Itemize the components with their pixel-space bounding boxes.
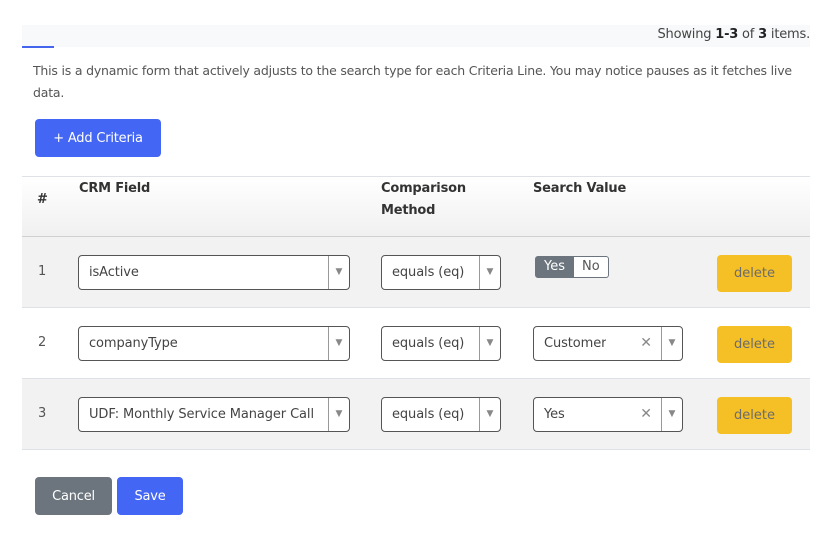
row-number: 1 <box>38 264 47 279</box>
crm-field-value: UDF: Monthly Service Manager Call <box>89 407 314 422</box>
summary-total: 3 <box>758 27 767 42</box>
cancel-button[interactable]: Cancel <box>35 477 112 515</box>
delete-row-button[interactable]: delete <box>717 326 792 363</box>
pagination-summary: Showing 1-3 of 3 items. <box>658 27 811 42</box>
dropdown-arrow-icon[interactable]: ▼ <box>479 256 500 289</box>
comparison-method-select[interactable]: equals (eq) ▼ <box>381 255 501 290</box>
delete-row-button[interactable]: delete <box>717 397 792 434</box>
column-header-search-value: Search Value <box>533 181 627 196</box>
column-header-crm-field: CRM Field <box>79 181 151 196</box>
crm-field-value: companyType <box>89 336 178 351</box>
clear-icon[interactable]: ✕ <box>640 335 652 351</box>
clear-icon[interactable]: ✕ <box>640 406 652 422</box>
crm-field-value: isActive <box>89 265 139 280</box>
crm-field-select[interactable]: isActive ▼ <box>78 255 350 290</box>
dropdown-arrow-icon[interactable]: ▼ <box>661 398 682 431</box>
comparison-method-value: equals (eq) <box>392 407 465 422</box>
criteria-table: # CRM Field Comparison Method Search Val… <box>22 176 810 450</box>
column-header-number: # <box>37 192 48 207</box>
table-row: 2 companyType ▼ equals (eq) ▼ Customer ✕… <box>22 308 810 379</box>
dropdown-arrow-icon[interactable]: ▼ <box>328 398 349 431</box>
summary-suffix: items. <box>770 27 810 42</box>
summary-prefix: Showing <box>657 27 712 42</box>
search-value-select[interactable]: Yes ✕ ▼ <box>533 397 683 432</box>
column-header-comparison-method: Comparison Method <box>381 181 466 218</box>
active-tab-indicator <box>22 46 54 48</box>
search-value: Customer <box>544 336 607 351</box>
search-value: Yes <box>544 407 565 422</box>
dropdown-arrow-icon[interactable]: ▼ <box>328 327 349 360</box>
save-button[interactable]: Save <box>117 477 183 515</box>
delete-row-button[interactable]: delete <box>717 255 792 292</box>
table-header: # CRM Field Comparison Method Search Val… <box>22 177 810 237</box>
comparison-method-select[interactable]: equals (eq) ▼ <box>381 326 501 361</box>
crm-field-select[interactable]: UDF: Monthly Service Manager Call ▼ <box>78 397 350 432</box>
comparison-method-value: equals (eq) <box>392 265 465 280</box>
search-value-select[interactable]: Customer ✕ ▼ <box>533 326 683 361</box>
dropdown-arrow-icon[interactable]: ▼ <box>479 398 500 431</box>
form-description: This is a dynamic form that actively adj… <box>33 63 792 100</box>
row-number: 2 <box>38 335 47 350</box>
table-row: 3 UDF: Monthly Service Manager Call ▼ eq… <box>22 379 810 450</box>
dropdown-arrow-icon[interactable]: ▼ <box>661 327 682 360</box>
summary-of: of <box>742 27 755 42</box>
yes-no-toggle[interactable]: Yes No <box>535 256 609 278</box>
comparison-method-value: equals (eq) <box>392 336 465 351</box>
toggle-yes-option[interactable]: Yes <box>535 256 574 278</box>
crm-field-select[interactable]: companyType ▼ <box>78 326 350 361</box>
table-row: 1 isActive ▼ equals (eq) ▼ Yes No delete <box>22 237 810 308</box>
pagination-summary-bar: Showing 1-3 of 3 items. <box>22 25 811 48</box>
row-number: 3 <box>38 406 47 421</box>
dropdown-arrow-icon[interactable]: ▼ <box>479 327 500 360</box>
toggle-no-option[interactable]: No <box>574 256 609 278</box>
dropdown-arrow-icon[interactable]: ▼ <box>328 256 349 289</box>
summary-range: 1-3 <box>715 27 739 42</box>
add-criteria-button[interactable]: + Add Criteria <box>35 119 161 157</box>
comparison-method-select[interactable]: equals (eq) ▼ <box>381 397 501 432</box>
